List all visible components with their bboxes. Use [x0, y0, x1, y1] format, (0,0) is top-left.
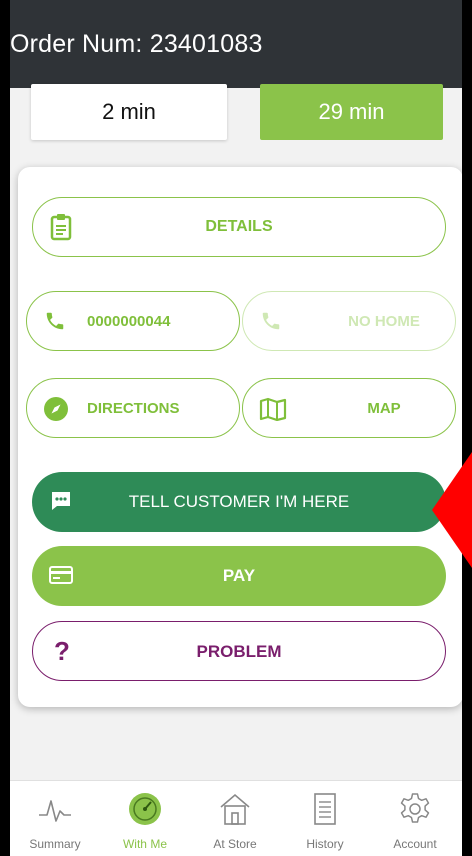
- directions-button[interactable]: DIRECTIONS: [26, 378, 240, 438]
- tell-customer-here-label: TELL CUSTOMER I'M HERE: [128, 492, 350, 511]
- store-icon: [217, 791, 253, 827]
- phone-number-label: 0000000044: [87, 313, 171, 330]
- nav-label-with-me: With Me: [122, 837, 167, 851]
- phone-icon: [43, 309, 67, 333]
- pulse-icon: [37, 791, 73, 827]
- order-number-title: Order Num: 23401083: [10, 30, 263, 58]
- map-label: MAP: [367, 400, 401, 417]
- bottom-nav: Summary With Me At Store History Account: [10, 780, 462, 856]
- gear-icon: [397, 791, 433, 827]
- app-header: Order Num: 23401083: [10, 0, 462, 88]
- nav-item-with-me[interactable]: With Me: [100, 781, 190, 856]
- app-frame: Order Num: 23401083 2 min 29 min DETAILS…: [10, 0, 462, 856]
- nav-label-history: History: [306, 837, 344, 851]
- compass-icon: [43, 396, 69, 422]
- problem-button[interactable]: ? PROBLEM: [32, 621, 446, 681]
- tell-customer-here-button[interactable]: TELL CUSTOMER I'M HERE: [32, 472, 446, 532]
- no-home-button[interactable]: NO HOME: [242, 291, 456, 351]
- nav-label-at-store: At Store: [213, 837, 257, 851]
- nav-item-account[interactable]: Account: [370, 781, 460, 856]
- total-timer: 29 min: [260, 84, 443, 140]
- document-list-icon: [307, 791, 343, 827]
- nav-item-history[interactable]: History: [280, 781, 370, 856]
- map-button[interactable]: MAP: [242, 378, 456, 438]
- speedometer-icon: [127, 791, 163, 827]
- problem-label: PROBLEM: [196, 642, 282, 661]
- phone-icon: [259, 309, 283, 333]
- nav-label-summary: Summary: [29, 837, 81, 851]
- pay-button[interactable]: PAY: [32, 546, 446, 606]
- details-label: DETAILS: [205, 218, 273, 235]
- details-button[interactable]: DETAILS: [32, 197, 446, 257]
- directions-label: DIRECTIONS: [87, 400, 180, 417]
- pay-label: PAY: [222, 566, 256, 585]
- nav-item-at-store[interactable]: At Store: [190, 781, 280, 856]
- order-actions-card: DETAILS 0000000044 NO HOME DIRECTIONS MA…: [18, 167, 462, 707]
- nav-label-account: Account: [393, 837, 437, 851]
- no-home-label: NO HOME: [348, 313, 420, 330]
- map-icon: [259, 396, 287, 422]
- nav-item-summary[interactable]: Summary: [10, 781, 100, 856]
- red-pointer-arrow: [432, 452, 472, 568]
- call-customer-button[interactable]: 0000000044: [26, 291, 240, 351]
- elapsed-timer: 2 min: [31, 84, 227, 140]
